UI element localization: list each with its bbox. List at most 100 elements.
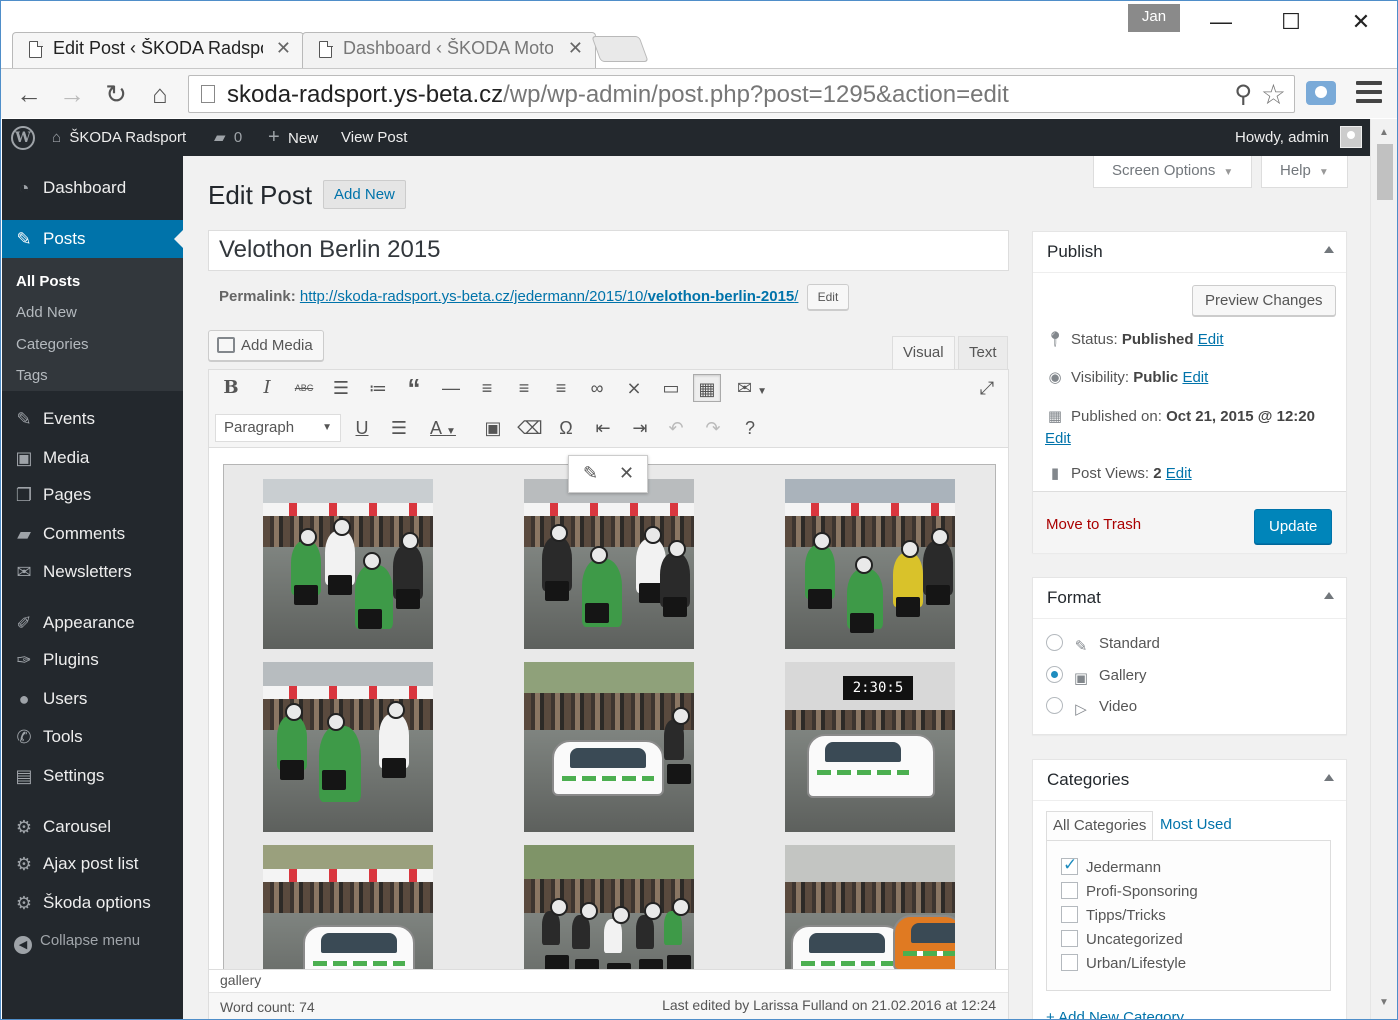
edit-date-link[interactable]: Edit [1045, 430, 1071, 447]
scroll-up-icon[interactable]: ▲ [1379, 127, 1389, 138]
post-title-input[interactable]: Velothon Berlin 2015 [208, 230, 1009, 271]
browser-tab-dashboard[interactable]: Dashboard ‹ ŠKODA Moto ✕ [302, 32, 596, 68]
admin-bar-comments[interactable]: ▰ 0 [214, 119, 242, 156]
sidebar-item-ajax-post-list[interactable]: ⚙ Ajax post list [2, 845, 183, 883]
edit-permalink-button[interactable]: Edit [806, 284, 850, 310]
gallery-image[interactable] [263, 845, 433, 969]
scrollbar-thumb[interactable] [1377, 144, 1393, 200]
admin-bar-new[interactable]: + New [268, 119, 318, 156]
close-tab-icon[interactable]: ✕ [276, 38, 291, 59]
redo-icon[interactable]: ↷ [699, 414, 727, 442]
page-scrollbar[interactable]: ▲ ▼ [1370, 119, 1398, 1020]
category-tipps-tricks[interactable]: Tipps/Tricks [1061, 906, 1166, 924]
tab-text[interactable]: Text [958, 336, 1008, 370]
editor-content[interactable]: 2:30:5 ✎ ✕ [209, 449, 1008, 969]
category-jedermann[interactable]: Jedermann [1061, 855, 1161, 876]
preview-changes-button[interactable]: Preview Changes [1192, 285, 1336, 316]
blockquote-icon[interactable]: “ [400, 374, 428, 402]
add-new-post-button[interactable]: Add New [323, 180, 406, 209]
sidebar-item-plugins[interactable]: ✑ Plugins [2, 641, 183, 679]
checkbox[interactable] [1061, 930, 1078, 947]
radio-button[interactable] [1046, 634, 1063, 651]
align-center-icon[interactable]: ≡ [510, 374, 538, 402]
outdent-icon[interactable]: ⇤ [589, 414, 617, 442]
format-option-video[interactable]: ▷ Video [1046, 697, 1137, 718]
edit-views-link[interactable]: Edit [1166, 465, 1192, 482]
italic-icon[interactable]: I [253, 374, 281, 402]
strikethrough-icon[interactable]: ABC [290, 374, 318, 402]
collapse-toggle-icon[interactable] [1324, 774, 1334, 781]
underline-icon[interactable]: U [348, 414, 376, 442]
clear-formatting-icon[interactable]: ⌫ [516, 414, 544, 442]
gallery-image[interactable] [524, 845, 694, 969]
avatar[interactable] [1340, 126, 1362, 148]
read-more-icon[interactable]: ▭ [657, 374, 685, 402]
bullet-list-icon[interactable]: ☰ [327, 374, 355, 402]
close-tab-icon[interactable]: ✕ [568, 38, 583, 59]
admin-bar-account[interactable]: Howdy, admin [1235, 119, 1329, 156]
fullscreen-icon[interactable]: ⤢ [973, 374, 1001, 402]
gallery-image[interactable]: 2:30:5 [785, 662, 955, 832]
align-left-icon[interactable]: ≡ [473, 374, 501, 402]
edit-status-link[interactable]: Edit [1198, 331, 1224, 348]
search-icon[interactable]: ⚲ [1234, 80, 1252, 109]
text-color-icon[interactable]: A ▼ [421, 414, 465, 442]
forward-arrow-icon[interactable]: → [55, 79, 89, 110]
home-icon[interactable]: ⌂ [143, 79, 177, 110]
indent-icon[interactable]: ⇥ [626, 414, 654, 442]
reload-icon[interactable]: ↻ [99, 79, 133, 110]
category-profi-sponsoring[interactable]: Profi-Sponsoring [1061, 882, 1198, 900]
checkbox[interactable] [1061, 855, 1078, 875]
radio-button[interactable] [1046, 666, 1063, 683]
collapse-toggle-icon[interactable] [1324, 246, 1334, 253]
scroll-down-icon[interactable]: ▼ [1379, 997, 1389, 1008]
address-bar[interactable]: skoda-radsport.ys-beta.cz/wp/wp-admin/po… [188, 75, 1295, 113]
move-to-trash-link[interactable]: Move to Trash [1046, 516, 1141, 533]
format-option-standard[interactable]: ✎ Standard [1046, 634, 1160, 655]
checkbox[interactable] [1061, 882, 1078, 899]
edit-pencil-icon[interactable]: ✎ [583, 463, 598, 484]
gallery-image[interactable] [263, 479, 433, 649]
link-icon[interactable]: ∞ [583, 374, 611, 402]
gallery-image[interactable] [524, 479, 694, 649]
sidebar-item-media[interactable]: ▣ Media [2, 439, 183, 477]
sidebar-item-settings[interactable]: ▤ Settings [2, 757, 183, 795]
paste-text-icon[interactable]: ▣ [479, 414, 507, 442]
checkbox[interactable] [1061, 954, 1078, 971]
undo-icon[interactable]: ↶ [662, 414, 690, 442]
back-arrow-icon[interactable]: ← [12, 79, 46, 110]
justify-icon[interactable]: ☰ [385, 414, 413, 442]
sidebar-item-comments[interactable]: ▰ Comments [2, 515, 183, 553]
edit-visibility-link[interactable]: Edit [1182, 369, 1208, 386]
numbered-list-icon[interactable]: ≔ [364, 374, 392, 402]
bookmark-star-icon[interactable]: ☆ [1261, 78, 1286, 111]
add-media-button[interactable]: Add Media [208, 330, 324, 361]
browser-menu-icon[interactable] [1356, 81, 1382, 108]
toolbar-toggle-icon[interactable]: ▦ [693, 374, 721, 402]
tab-most-used[interactable]: Most Used [1154, 811, 1238, 841]
browser-tab-edit-post[interactable]: Edit Post ‹ ŠKODA Radspo ✕ [12, 32, 304, 68]
maximize-button[interactable]: ☐ [1276, 10, 1306, 36]
bold-icon[interactable]: B [217, 374, 245, 402]
categories-box-title[interactable]: Categories [1033, 760, 1346, 801]
permalink-link[interactable]: http://skoda-radsport.ys-beta.cz/jederma… [300, 288, 799, 305]
sidebar-item-dashboard[interactable]: ◔ Dashboard [2, 169, 183, 207]
close-window-button[interactable]: ✕ [1346, 10, 1376, 36]
camera-extension-icon[interactable] [1306, 81, 1336, 105]
gallery-image[interactable] [785, 479, 955, 649]
help-button[interactable]: Help ▼ [1261, 156, 1348, 188]
align-right-icon[interactable]: ≡ [547, 374, 575, 402]
add-new-category-link[interactable]: + Add New Category [1046, 1009, 1184, 1020]
category-urban-lifestyle[interactable]: Urban/Lifestyle [1061, 954, 1186, 972]
gallery-image[interactable] [524, 662, 694, 832]
update-button[interactable]: Update [1254, 509, 1333, 544]
format-box-title[interactable]: Format [1033, 578, 1346, 619]
sidebar-item-appearance[interactable]: ✐ Appearance [2, 604, 183, 642]
submenu-tags[interactable]: Tags [16, 367, 48, 384]
help-icon[interactable]: ? [736, 414, 764, 442]
tab-all-categories[interactable]: All Categories [1046, 811, 1154, 841]
insert-form-icon[interactable]: ✉ ▼ [730, 374, 774, 402]
remove-icon[interactable]: ✕ [619, 463, 634, 484]
sidebar-item-newsletters[interactable]: ✉ Newsletters [2, 553, 183, 591]
admin-bar-view-post[interactable]: View Post [341, 119, 407, 156]
